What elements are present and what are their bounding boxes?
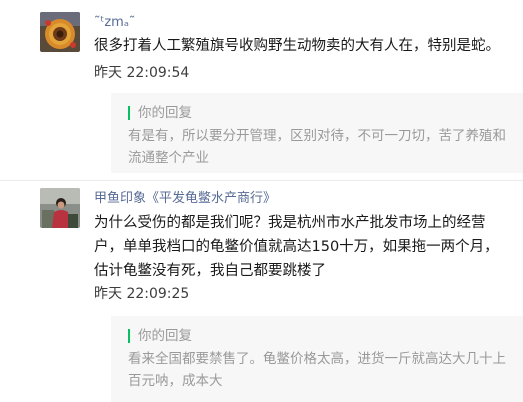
author-reply-box: 你的回复 看来全国都要禁售了。龟鳖价格太高，进货一斤就高达大几十上百元呐，成本大 — [111, 316, 523, 402]
reply-title: 你的回复 — [138, 328, 192, 344]
comment-nickname[interactable]: ˜ᵗzmₐ˜ — [94, 14, 135, 32]
comment-text: 很多打着人工繁殖旗号收购野生动物卖的大有人在，特别是蛇。 — [94, 38, 500, 54]
comment-text: 为什么受伤的都是我们呢？我是杭州市水产批发市场上的经营户，单单我档口的龟鳖价值就… — [94, 215, 499, 279]
reply-title: 你的回复 — [138, 105, 192, 121]
reply-accent-bar — [128, 106, 130, 120]
reply-text: 有是有，所以要分开管理，区别对待，不可一刀切，苦了养殖和流通整个产业 — [128, 128, 506, 166]
reply-text: 看来全国都要禁售了。龟鳖价格太高，进货一斤就高达大几十上百元呐，成本大 — [128, 351, 506, 389]
comment-time: 昨天 22:09:25 — [94, 286, 190, 302]
comment-time: 昨天 22:09:54 — [94, 65, 190, 81]
sunflower-avatar-image — [40, 12, 80, 52]
comment-item: ˜ᵗzmₐ˜ 很多打着人工繁殖旗号收购野生动物卖的大有人在，特别是蛇。 昨天 2… — [0, 0, 523, 180]
comment-item: 甲鱼印象《平发龟鳖水产商行》 为什么受伤的都是我们呢？我是杭州市水产批发市场上的… — [0, 181, 523, 402]
avatar[interactable] — [40, 12, 80, 52]
person-avatar-image — [40, 188, 80, 228]
avatar[interactable] — [40, 188, 80, 228]
comment-nickname[interactable]: 甲鱼印象《平发龟鳖水产商行》 — [94, 190, 276, 208]
reply-accent-bar — [128, 329, 130, 343]
author-reply-box: 你的回复 有是有，所以要分开管理，区别对待，不可一刀切，苦了养殖和流通整个产业 — [111, 93, 523, 173]
